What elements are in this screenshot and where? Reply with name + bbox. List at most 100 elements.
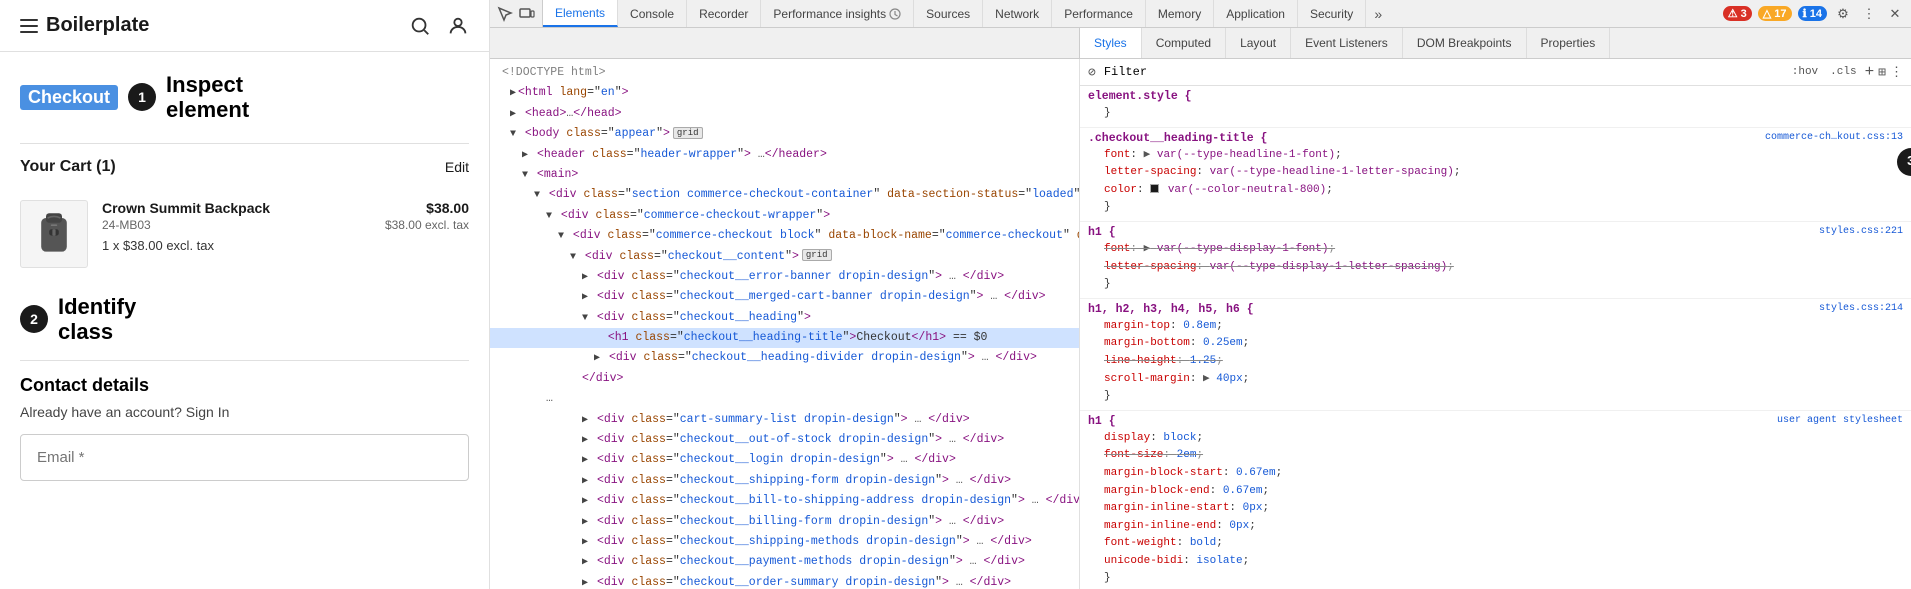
html-end-heading[interactable]: </div> bbox=[490, 369, 1079, 389]
new-style-btn[interactable]: ⊞ bbox=[1878, 65, 1886, 80]
css-selector-headings: h1, h2, h3, h4, h5, h6 { bbox=[1088, 303, 1254, 316]
style-settings-btn[interactable]: ⋮ bbox=[1890, 65, 1903, 80]
hamburger-icon[interactable] bbox=[20, 19, 38, 33]
account-icon[interactable] bbox=[447, 15, 469, 37]
website-panel: Boilerplate Checkout 1 Inspect element Y… bbox=[0, 0, 490, 589]
item-price: $38.00 bbox=[385, 200, 469, 216]
html-shipping-form[interactable]: ▶ <div class="checkout__shipping-form dr… bbox=[490, 471, 1079, 491]
tab-security[interactable]: Security bbox=[1298, 0, 1366, 27]
html-commerce-checkout[interactable]: ▼ <div class="commerce-checkout block" d… bbox=[490, 226, 1079, 246]
html-doctype[interactable]: <!DOCTYPE html> bbox=[490, 63, 1079, 83]
css-source-3[interactable]: styles.css:214 bbox=[1819, 303, 1903, 318]
html-login[interactable]: ▶ <div class="checkout__login dropin-des… bbox=[490, 450, 1079, 470]
tab-application[interactable]: Application bbox=[1214, 0, 1298, 27]
html-main[interactable]: ▼ <main> bbox=[490, 165, 1079, 185]
tab-recorder[interactable]: Recorder bbox=[687, 0, 761, 27]
html-checkout-wrapper[interactable]: ▼ <div class="commerce-checkout-wrapper"… bbox=[490, 206, 1079, 226]
subtab-computed[interactable]: Computed bbox=[1142, 28, 1226, 58]
more-tabs-button[interactable]: » bbox=[1366, 0, 1390, 27]
devtools-tab-actions: ⚠ 3 △ 17 ℹ 14 ⚙ ⋮ ✕ bbox=[1717, 0, 1911, 27]
styles-panel: ⊘ :hov .cls + ⊞ ⋮ element.style { } .che… bbox=[1080, 59, 1911, 589]
subtab-styles[interactable]: Styles bbox=[1080, 28, 1142, 58]
cart-item: Crown Summit Backpack 24-MB03 1 x $38.00… bbox=[20, 190, 469, 278]
more-options-button[interactable]: ⋮ bbox=[1859, 4, 1879, 24]
item-qty: 1 x $38.00 excl. tax bbox=[102, 238, 371, 253]
html-heading-divider[interactable]: ▶ <div class="checkout__heading-divider … bbox=[490, 348, 1079, 368]
tab-performance[interactable]: Performance bbox=[1052, 0, 1146, 27]
tab-console[interactable]: Console bbox=[618, 0, 687, 27]
devtools-topbar: Elements Console Recorder Performance in… bbox=[490, 0, 1911, 28]
html-root[interactable]: ▶<html lang="en"> bbox=[490, 83, 1079, 103]
tab-memory[interactable]: Memory bbox=[1146, 0, 1214, 27]
site-header: Boilerplate bbox=[0, 0, 489, 52]
step-badge-1: 1 bbox=[128, 83, 156, 111]
html-order-summary[interactable]: ▶ <div class="checkout__order-summary dr… bbox=[490, 573, 1079, 589]
html-payment-methods[interactable]: ▶ <div class="checkout__payment-methods … bbox=[490, 552, 1079, 572]
filter-icon: ⊘ bbox=[1088, 65, 1096, 80]
html-body[interactable]: ▼ <body class="appear">grid bbox=[490, 124, 1079, 144]
css-margin-block-start: margin-block-start: 0.67em; bbox=[1104, 465, 1903, 483]
css-line-height: line-height: 1.25; bbox=[1104, 353, 1903, 371]
settings-button[interactable]: ⚙ bbox=[1833, 4, 1853, 24]
checkout-label: Checkout bbox=[20, 85, 118, 110]
html-checkout-content[interactable]: ▼ <div class="checkout__content">grid bbox=[490, 247, 1079, 267]
css-block-header-2: h1 { styles.css:221 bbox=[1088, 226, 1903, 241]
h1-useragent-block: h1 { user agent stylesheet display: bloc… bbox=[1080, 411, 1911, 589]
css-rule-h1-font: font: ▶ var(--type-display-1-font); bbox=[1104, 241, 1903, 259]
elements-panel[interactable]: <!DOCTYPE html> ▶<html lang="en"> ▶ <hea… bbox=[490, 59, 1080, 589]
styles-filter-bar: ⊘ :hov .cls + ⊞ ⋮ bbox=[1080, 59, 1911, 86]
html-error-banner[interactable]: ▶ <div class="checkout__error-banner dro… bbox=[490, 267, 1079, 287]
html-billing-form[interactable]: ▶ <div class="checkout__billing-form dro… bbox=[490, 512, 1079, 532]
html-heading-div[interactable]: ▼ <div class="checkout__heading"> bbox=[490, 308, 1079, 328]
html-out-of-stock[interactable]: ▶ <div class="checkout__out-of-stock dro… bbox=[490, 430, 1079, 450]
css-block-header-4: h1 { user agent stylesheet bbox=[1088, 415, 1903, 430]
html-header[interactable]: ▶ <header class="header-wrapper"> …</hea… bbox=[490, 145, 1079, 165]
element-style-block: element.style { } bbox=[1080, 86, 1911, 128]
sign-in-text: Already have an account? Sign In bbox=[20, 404, 469, 420]
email-input[interactable] bbox=[20, 434, 469, 481]
tab-elements[interactable]: Elements bbox=[543, 0, 618, 27]
css-rules-headings: margin-top: 0.8em; margin-bottom: 0.25em… bbox=[1088, 318, 1903, 388]
css-block-header-3: h1, h2, h3, h4, h5, h6 { styles.css:214 bbox=[1088, 303, 1903, 318]
subtab-dom-breakpoints[interactable]: DOM Breakpoints bbox=[1403, 28, 1527, 58]
devtools-controls bbox=[490, 0, 543, 27]
css-margin-block-end: margin-block-end: 0.67em; bbox=[1104, 483, 1903, 501]
css-margin-inline-end: margin-inline-end: 0px; bbox=[1104, 518, 1903, 536]
html-merged-cart[interactable]: ▶ <div class="checkout__merged-cart-bann… bbox=[490, 287, 1079, 307]
contact-section: Contact details Already have an account?… bbox=[20, 375, 469, 481]
tab-network[interactable]: Network bbox=[983, 0, 1052, 27]
page-title-area: Checkout 1 Inspect element bbox=[20, 72, 469, 123]
plus-btn[interactable]: + bbox=[1865, 63, 1875, 81]
device-mode-button[interactable] bbox=[518, 5, 536, 23]
inspect-mode-button[interactable] bbox=[496, 5, 514, 23]
cart-item-image bbox=[20, 200, 88, 268]
css-rules-h1-221: font: ▶ var(--type-display-1-font); lett… bbox=[1088, 241, 1903, 276]
html-section[interactable]: ▼ <div class="section commerce-checkout-… bbox=[490, 185, 1079, 205]
search-icon[interactable] bbox=[409, 15, 431, 37]
h1-styles-221-block: h1 { styles.css:221 font: ▶ var(--type-d… bbox=[1080, 222, 1911, 299]
subtab-layout[interactable]: Layout bbox=[1226, 28, 1291, 58]
hov-btn[interactable]: :hov bbox=[1788, 65, 1822, 79]
close-devtools-button[interactable]: ✕ bbox=[1885, 4, 1905, 24]
subtab-event-listeners[interactable]: Event Listeners bbox=[1291, 28, 1403, 58]
styles-filter-input[interactable] bbox=[1104, 65, 1780, 79]
item-price-excl: $38.00 excl. tax bbox=[385, 218, 469, 232]
css-selector-heading: .checkout__heading-title { bbox=[1088, 132, 1267, 145]
cls-btn[interactable]: .cls bbox=[1826, 65, 1860, 79]
html-head[interactable]: ▶ <head>…</head> bbox=[490, 104, 1079, 124]
css-rule-letter-spacing: letter-spacing: var(--type-headline-1-le… bbox=[1104, 164, 1903, 182]
html-h1-selected[interactable]: <h1 class="checkout__heading-title">Chec… bbox=[490, 328, 1079, 348]
html-cart-summary[interactable]: ▶ <div class="cart-summary-list dropin-d… bbox=[490, 410, 1079, 430]
css-font-weight: font-weight: bold; bbox=[1104, 535, 1903, 553]
html-shipping-methods[interactable]: ▶ <div class="checkout__shipping-methods… bbox=[490, 532, 1079, 552]
css-source-1[interactable]: commerce-ch…kout.css:13 bbox=[1765, 132, 1903, 147]
inspect-label: Inspect bbox=[166, 72, 249, 97]
tab-performance-insights[interactable]: Performance insights bbox=[761, 0, 914, 27]
html-bill-to-shipping[interactable]: ▶ <div class="checkout__bill-to-shipping… bbox=[490, 491, 1079, 511]
css-close-1: } bbox=[1088, 199, 1903, 217]
css-source-2[interactable]: styles.css:221 bbox=[1819, 226, 1903, 241]
edit-cart-button[interactable]: Edit bbox=[445, 159, 469, 175]
subtab-properties[interactable]: Properties bbox=[1527, 28, 1611, 58]
info-badge: ℹ 14 bbox=[1798, 6, 1828, 21]
tab-sources[interactable]: Sources bbox=[914, 0, 983, 27]
